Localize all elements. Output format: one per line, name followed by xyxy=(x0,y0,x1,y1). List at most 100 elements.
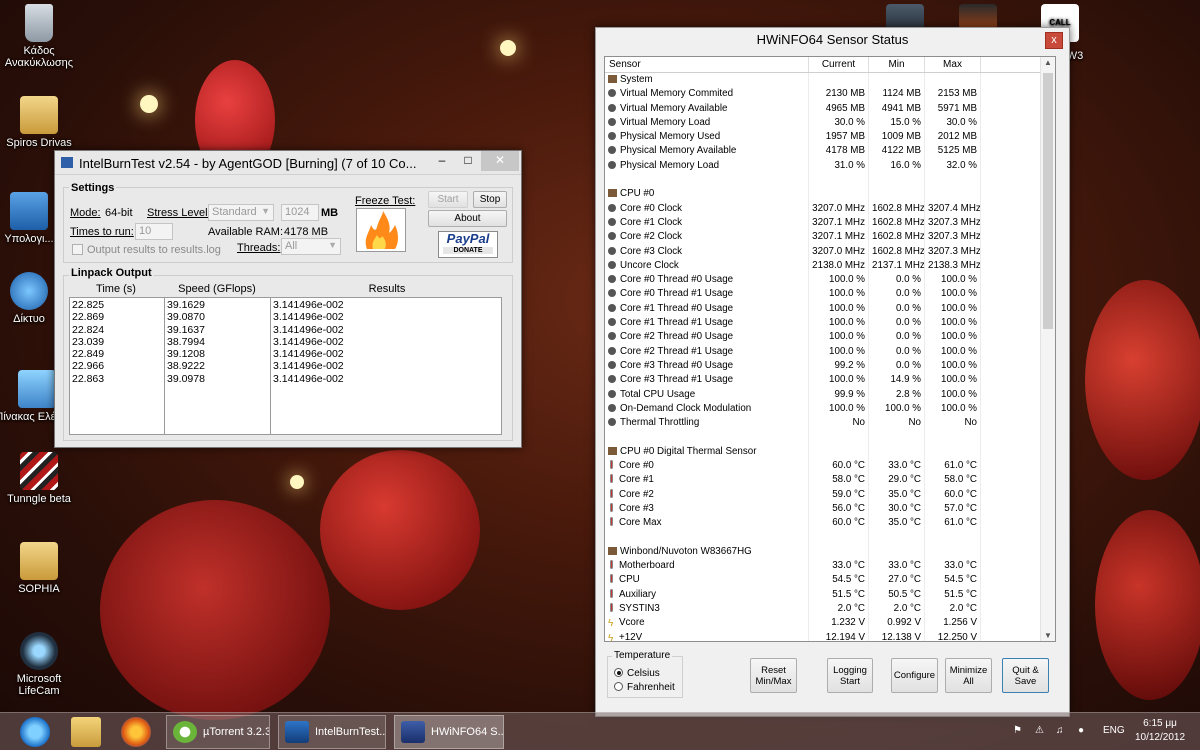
hwinfo-titlebar[interactable]: HWiNFO64 Sensor Status x xyxy=(596,28,1069,54)
taskbar-hwinfo[interactable]: HWiNFO64 S... xyxy=(394,715,504,749)
desktop-icon-user-folder[interactable]: Spiros Drivas xyxy=(0,96,82,149)
sensor-row[interactable]: Core #0 60.0 °C 33.0 °C 61.0 °C xyxy=(605,459,1055,474)
fahrenheit-radio[interactable]: Fahrenheit xyxy=(614,682,675,693)
sensor-row[interactable]: Motherboard 33.0 °C 33.0 °C 33.0 °C xyxy=(605,559,1055,574)
flag-icon[interactable]: ⚑ xyxy=(1013,725,1022,736)
scrollbar-thumb[interactable] xyxy=(1043,73,1053,329)
sensor-row[interactable]: Core #1 Thread #1 Usage 100.0 % 0.0 % 100.0… xyxy=(605,316,1055,331)
sensor-row[interactable]: Core #1 Thread #0 Usage 100.0 % 0.0 % 100.0… xyxy=(605,301,1055,317)
sensor-row[interactable]: Core #3 Thread #1 Usage 100.0 % 14.9 % 100.… xyxy=(605,373,1055,388)
desktop-icon-tunngle[interactable]: Tunngle beta xyxy=(0,452,82,505)
language-indicator[interactable]: ENG xyxy=(1103,725,1125,736)
sensor-row[interactable]: Virtual Memory Load 30.0 % 15.0 % 30.0 % xyxy=(605,115,1055,131)
close-button[interactable]: x xyxy=(1045,32,1063,49)
stop-button[interactable]: Stop xyxy=(473,191,507,208)
sensor-dot-icon xyxy=(608,89,616,98)
sensor-row[interactable]: Virtual Memory Commited 2130 MB 1124 MB 215… xyxy=(605,87,1055,102)
min-cell: 0.0 % xyxy=(869,273,925,288)
sensor-row[interactable]: Core #3 56.0 °C 30.0 °C 57.0 °C xyxy=(605,501,1055,517)
sensor-row[interactable]: Core #0 Clock 3207.0 MHz 1602.8 MHz 3207.4 … xyxy=(605,201,1055,216)
memory-input[interactable]: 1024 xyxy=(281,204,319,221)
threads-select[interactable]: All ▼ xyxy=(281,238,341,255)
results-list[interactable]: 3.141496e-002 3.141496e-002 3.141496e-00… xyxy=(270,297,502,435)
sensor-group-row[interactable]: CPU #0 xyxy=(605,187,1055,202)
celsius-radio[interactable]: Celsius xyxy=(614,668,660,679)
internet-explorer-icon[interactable] xyxy=(20,717,50,747)
desktop-icon-sophia[interactable]: SOPHIA xyxy=(0,542,82,595)
reset-minmax-button[interactable]: Reset Min/Max xyxy=(750,658,797,693)
thermometer-icon xyxy=(610,517,613,527)
sensor-row[interactable]: Core Max 60.0 °C 35.0 °C 61.0 °C xyxy=(605,516,1055,531)
col-sensor-header[interactable]: Sensor xyxy=(605,57,809,72)
minimize-all-button[interactable]: Minimize All xyxy=(945,658,992,693)
sensor-group-row[interactable]: Winbond/Nuvoton W83667HG xyxy=(605,544,1055,560)
sensor-grid[interactable]: Sensor Current Min Max System Virtual Mem… xyxy=(604,56,1056,642)
network-warning-icon[interactable]: ⚠ xyxy=(1035,725,1044,736)
sensor-row[interactable]: ϟ Vcore 1.232 V 0.992 V 1.256 V xyxy=(605,616,1055,631)
minimize-button[interactable]: – xyxy=(429,151,455,171)
sensor-row[interactable]: Core #3 Clock 3207.0 MHz 1602.8 MHz 3207.3 … xyxy=(605,244,1055,259)
paypal-donate-button[interactable]: PayPal DONATE xyxy=(438,231,498,258)
min-cell: 1602.8 MHz xyxy=(869,201,925,216)
sensor-row[interactable]: SYSTIN3 2.0 °C 2.0 °C 2.0 °C xyxy=(605,601,1055,617)
time-list[interactable]: 22.825 22.869 22.824 23.039 22.849 22.96… xyxy=(69,297,165,435)
sensor-row[interactable]: CPU 54.5 °C 27.0 °C 54.5 °C xyxy=(605,573,1055,588)
sensor-group-row[interactable]: CPU #0 Digital Thermal Sensor xyxy=(605,444,1055,460)
firefox-icon[interactable] xyxy=(121,717,151,747)
start-button[interactable]: Start xyxy=(428,191,468,208)
sensor-row[interactable]: Virtual Memory Available 4965 MB 4941 MB 59… xyxy=(605,101,1055,116)
sensor-row[interactable]: ϟ +12V 12.194 V 12.138 V 12.250 V xyxy=(605,630,1055,642)
sensor-row[interactable]: Core #0 Thread #1 Usage 100.0 % 0.0 % 100.0… xyxy=(605,287,1055,302)
sensor-row[interactable]: Physical Memory Available 4178 MB 4122 MB 5… xyxy=(605,144,1055,159)
max-cell: 33.0 °C xyxy=(925,559,981,574)
logging-start-button[interactable]: Logging Start xyxy=(827,658,873,693)
stress-level-select[interactable]: Standard ▼ xyxy=(208,204,274,221)
sensor-row[interactable]: Physical Memory Used 1957 MB 1009 MB 2012 M… xyxy=(605,130,1055,145)
file-explorer-icon[interactable] xyxy=(71,717,101,747)
sensor-row[interactable]: Core #2 Thread #0 Usage 100.0 % 0.0 % 100.0… xyxy=(605,330,1055,345)
maximize-button[interactable]: □ xyxy=(455,151,481,171)
desktop-icon-lifecam[interactable]: Microsoft LifeCam xyxy=(0,632,82,697)
sensor-row[interactable]: Thermal Throttling No No No xyxy=(605,416,1055,431)
sensor-name-cell: ϟ +12V xyxy=(605,630,809,642)
sensor-row[interactable]: Core #0 Thread #0 Usage 100.0 % 0.0 % 100.0… xyxy=(605,273,1055,288)
sensor-row[interactable]: Physical Memory Load 31.0 % 16.0 % 32.0 % xyxy=(605,158,1055,174)
sensor-row[interactable]: Uncore Clock 2138.0 MHz 2137.1 MHz 2138.3 M… xyxy=(605,258,1055,274)
speed-list[interactable]: 39.1629 39.0870 39.1637 38.7994 39.1208 … xyxy=(164,297,271,435)
sensor-row[interactable]: Core #2 Thread #1 Usage 100.0 % 0.0 % 100.0… xyxy=(605,344,1055,359)
sensor-row[interactable]: Core #3 Thread #0 Usage 99.2 % 0.0 % 100.0 … xyxy=(605,358,1055,374)
vertical-scrollbar[interactable]: ▲ ▼ xyxy=(1040,57,1055,641)
sensor-row[interactable]: Total CPU Usage 99.9 % 2.8 % 100.0 % xyxy=(605,387,1055,402)
ibt-titlebar[interactable]: IntelBurnTest v2.54 - by AgentGOD [Burni… xyxy=(55,151,521,175)
taskbar-intelburntest[interactable]: IntelBurnTest... xyxy=(278,715,386,749)
sensor-group-row[interactable]: System xyxy=(605,73,1055,88)
scroll-down-arrow-icon[interactable]: ▼ xyxy=(1044,631,1052,640)
current-cell: 1.232 V xyxy=(809,616,869,631)
sensor-row[interactable]: On-Demand Clock Modulation 100.0 % 100.0 %… xyxy=(605,401,1055,417)
speed-value: 39.0978 xyxy=(167,372,205,385)
max-cell: 100.0 % xyxy=(925,316,981,331)
volume-icon[interactable]: ♫ xyxy=(1056,725,1064,736)
min-cell: 16.0 % xyxy=(869,158,925,174)
tray-app-icon[interactable]: ● xyxy=(1078,725,1084,736)
clock[interactable]: 6:15 μμ 10/12/2012 xyxy=(1130,717,1190,745)
voltage-icon: ϟ xyxy=(608,632,614,642)
sensor-row[interactable]: Core #2 59.0 °C 35.0 °C 60.0 °C xyxy=(605,487,1055,502)
times-to-run-input[interactable]: 10 xyxy=(135,223,173,240)
sensor-row[interactable]: Auxiliary 51.5 °C 50.5 °C 51.5 °C xyxy=(605,587,1055,602)
quit-save-button[interactable]: Quit & Save xyxy=(1002,658,1049,693)
taskbar-utorrent[interactable]: µTorrent 3.2.3 xyxy=(166,715,270,749)
configure-button[interactable]: Configure xyxy=(891,658,938,693)
desktop-icon-recycle-bin[interactable]: Κάδος Ανακύκλωσης xyxy=(0,4,82,69)
col-min-header[interactable]: Min xyxy=(869,57,925,72)
sensor-row[interactable]: Core #1 Clock 3207.1 MHz 1602.8 MHz 3207.3 … xyxy=(605,215,1055,231)
col-current-header[interactable]: Current xyxy=(809,57,869,72)
close-button[interactable]: ✕ xyxy=(481,151,519,171)
sensor-row[interactable]: Core #2 Clock 3207.1 MHz 1602.8 MHz 3207.3 … xyxy=(605,230,1055,245)
sensor-row[interactable]: Core #1 58.0 °C 29.0 °C 58.0 °C xyxy=(605,473,1055,488)
scroll-up-arrow-icon[interactable]: ▲ xyxy=(1044,58,1052,67)
col-max-header[interactable]: Max xyxy=(925,57,981,72)
about-button[interactable]: About xyxy=(428,210,507,227)
freeze-test-button[interactable] xyxy=(356,208,406,252)
output-checkbox[interactable] xyxy=(72,244,83,255)
